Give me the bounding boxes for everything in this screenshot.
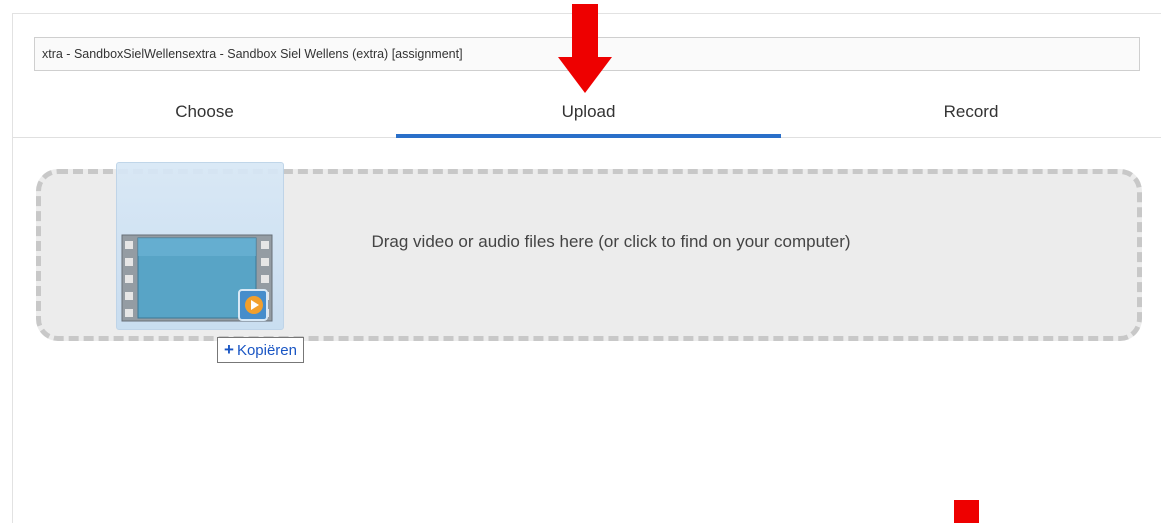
dropzone-instructions: Drag video or audio files here (or click… — [371, 232, 851, 251]
dragged-file-preview — [116, 162, 284, 330]
tab-record[interactable]: Record — [781, 90, 1161, 136]
tab-choose[interactable]: Choose — [13, 90, 396, 136]
media-tabs: Choose Upload Record — [13, 90, 1161, 138]
copy-drop-tooltip: + Kopiëren — [217, 337, 304, 363]
tab-upload[interactable]: Upload — [396, 90, 781, 138]
annotation-arrow-icon — [558, 57, 612, 93]
annotation-arrow-shaft — [572, 4, 598, 58]
annotation-marker — [954, 500, 979, 523]
video-file-icon — [121, 234, 273, 322]
plus-icon: + — [224, 340, 234, 359]
copy-tooltip-label: Kopiëren — [236, 342, 297, 359]
